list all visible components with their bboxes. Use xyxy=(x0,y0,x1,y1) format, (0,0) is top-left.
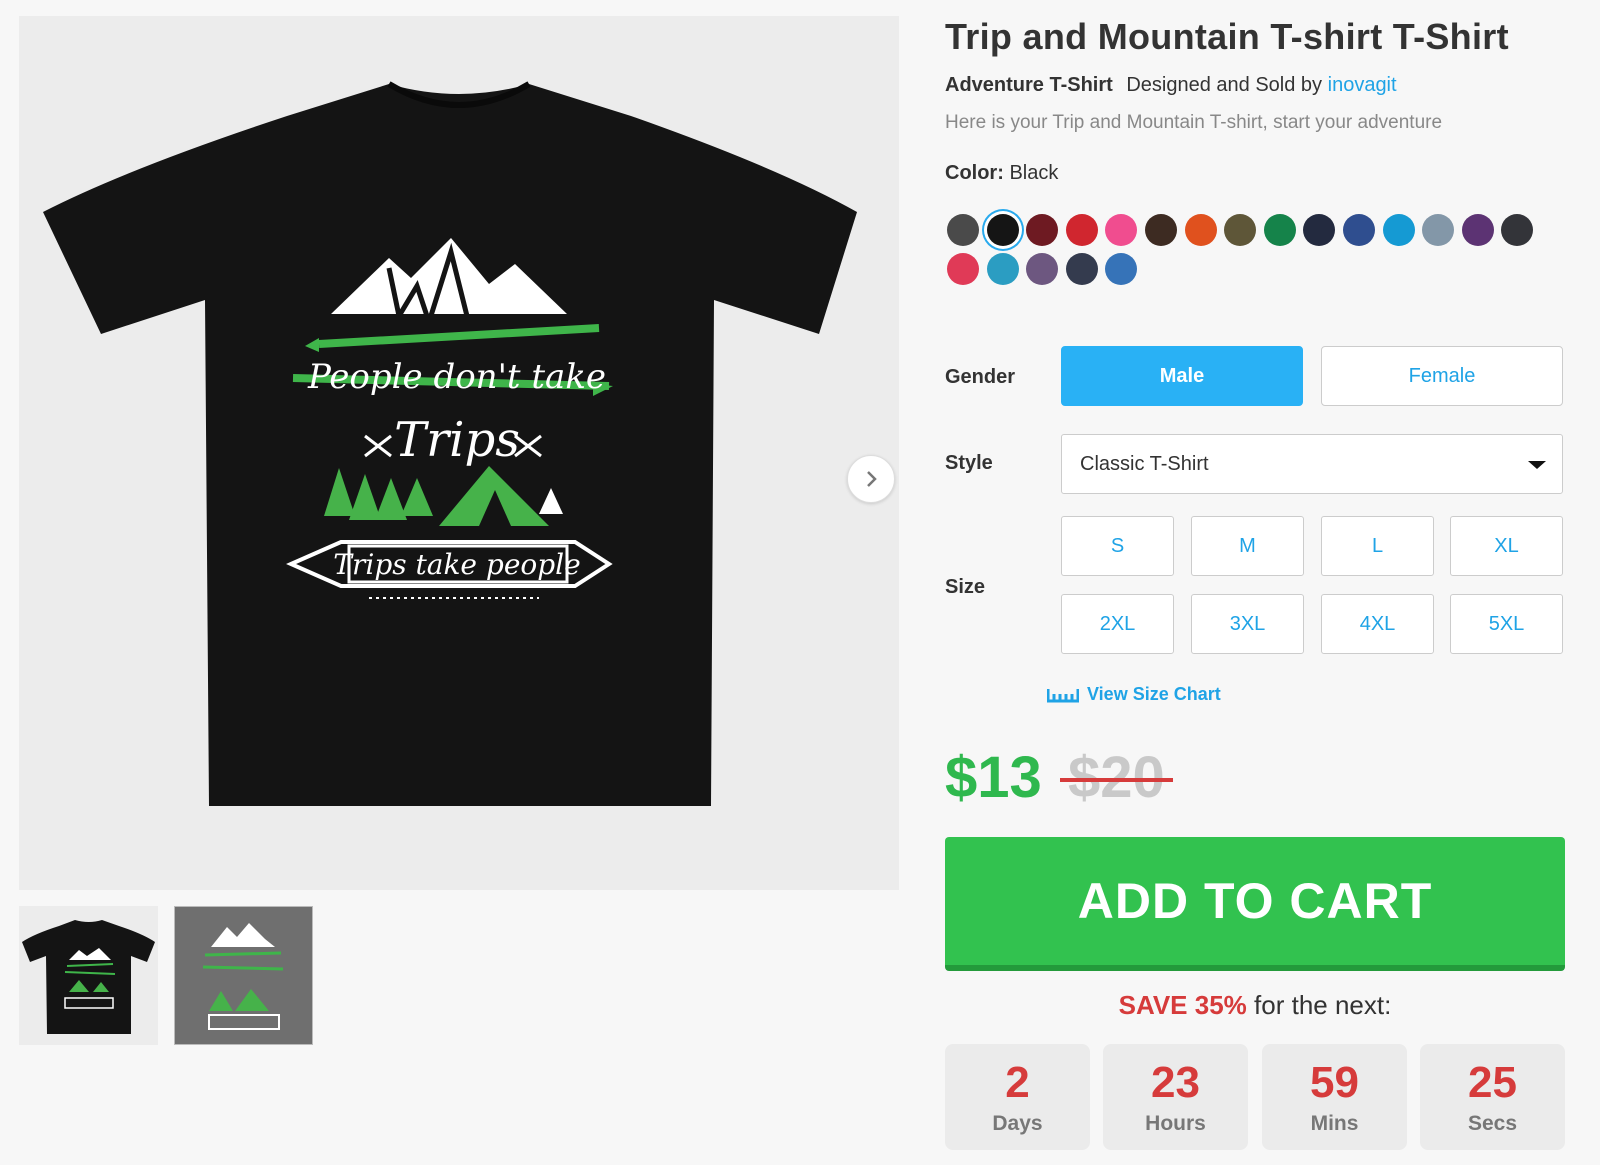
countdown-days-unit: Days xyxy=(992,1112,1043,1135)
color-swatch[interactable] xyxy=(1105,214,1138,246)
ruler-icon xyxy=(1047,688,1079,702)
color-label: Color: Black xyxy=(945,162,1058,185)
color-swatch[interactable] xyxy=(1026,253,1059,285)
selected-color: Black xyxy=(1009,162,1059,184)
color-swatch[interactable] xyxy=(986,253,1019,285)
price-strikethrough xyxy=(1060,778,1173,782)
promo-save-text: SAVE 35% xyxy=(1118,990,1247,1020)
countdown-secs-unit: Secs xyxy=(1467,1112,1518,1135)
product-byline: Adventure T-Shirt Designed and Sold by i… xyxy=(945,74,1397,97)
product-main-image: People don't take Trips Trips take peopl… xyxy=(19,16,899,890)
color-swatch[interactable] xyxy=(1382,214,1415,246)
gender-label: Gender xyxy=(945,366,1016,388)
color-swatch[interactable] xyxy=(1065,253,1098,285)
designer-link[interactable]: inovagit xyxy=(1328,74,1397,96)
product-category: Adventure T-Shirt xyxy=(945,74,1113,96)
size-2xl-button[interactable]: 2XL xyxy=(1061,594,1174,654)
size-xl-button[interactable]: XL xyxy=(1450,516,1563,576)
color-swatch[interactable] xyxy=(1303,214,1336,246)
style-label: Style xyxy=(945,452,993,474)
style-select[interactable]: Classic T-Shirt xyxy=(1061,434,1563,494)
countdown-days-value: 2 xyxy=(1005,1058,1030,1107)
color-swatch[interactable] xyxy=(947,253,979,285)
size-5xl-button[interactable]: 5XL xyxy=(1450,594,1563,654)
color-swatch[interactable] xyxy=(1026,214,1059,246)
countdown-mins-unit: Mins xyxy=(1310,1112,1359,1135)
size-4xl-button[interactable]: 4XL xyxy=(1321,594,1434,654)
design-line-1: People don't take xyxy=(307,357,606,397)
color-swatch[interactable] xyxy=(1501,214,1534,246)
design-line-2: Trips xyxy=(394,412,520,468)
color-label-title: Color: xyxy=(945,162,1004,184)
color-swatch[interactable] xyxy=(1422,214,1455,246)
caret-down-icon xyxy=(1528,461,1546,469)
countdown-hours-value: 23 xyxy=(1151,1058,1200,1107)
countdown-mins: 59 Mins xyxy=(1262,1044,1407,1150)
product-description: Here is your Trip and Mountain T-shirt, … xyxy=(945,112,1443,133)
size-chart-label: View Size Chart xyxy=(1087,684,1221,704)
promo-rest-text: for the next: xyxy=(1254,990,1392,1020)
countdown-secs: 25 Secs xyxy=(1420,1044,1565,1150)
color-swatch[interactable] xyxy=(1263,214,1296,246)
price-current: $13 xyxy=(945,745,1042,810)
color-swatch[interactable] xyxy=(1145,214,1177,246)
color-swatch[interactable] xyxy=(1224,214,1257,246)
color-swatch[interactable] xyxy=(1105,253,1138,285)
size-l-button[interactable]: L xyxy=(1321,516,1434,576)
countdown-days: 2 Days xyxy=(945,1044,1090,1150)
thumbnail-design-image xyxy=(202,923,284,1030)
view-size-chart-link[interactable]: View Size Chart xyxy=(1047,684,1221,705)
tshirt-mockup: People don't take Trips Trips take peopl… xyxy=(43,81,857,806)
design-line-3: Trips take people xyxy=(333,548,580,581)
countdown-mins-value: 59 xyxy=(1310,1058,1359,1107)
thumbnail-tshirt-image xyxy=(22,920,155,1034)
thumbnail-design[interactable] xyxy=(174,906,313,1045)
color-swatch[interactable] xyxy=(947,214,979,246)
style-select-value: Classic T-Shirt xyxy=(1080,452,1209,475)
product-title: Trip and Mountain T-shirt T-Shirt xyxy=(945,16,1509,57)
color-swatch[interactable] xyxy=(1343,214,1375,246)
promo-message: SAVE 35% for the next: xyxy=(945,990,1565,1021)
chevron-right-icon xyxy=(867,471,877,487)
size-m-button[interactable]: M xyxy=(1191,516,1304,576)
gender-male-button[interactable]: Male xyxy=(1061,346,1303,406)
price-original-wrapper: $20 xyxy=(1060,744,1173,811)
color-swatch[interactable] xyxy=(1461,214,1494,246)
gender-female-button[interactable]: Female xyxy=(1321,346,1563,406)
thumbnail-front[interactable] xyxy=(19,906,158,1045)
countdown-hours-unit: Hours xyxy=(1145,1112,1206,1135)
size-s-button[interactable]: S xyxy=(1061,516,1174,576)
add-to-cart-button[interactable]: ADD TO CART xyxy=(945,837,1565,971)
next-image-button[interactable] xyxy=(847,455,895,503)
size-label: Size xyxy=(945,576,986,598)
countdown-hours: 23 Hours xyxy=(1103,1044,1248,1150)
designed-by-text: Designed and Sold by xyxy=(1126,74,1323,96)
countdown-secs-value: 25 xyxy=(1468,1058,1517,1107)
color-swatch[interactable] xyxy=(1065,214,1098,246)
color-swatch[interactable] xyxy=(986,214,1019,246)
color-swatch[interactable] xyxy=(1184,214,1217,246)
size-3xl-button[interactable]: 3XL xyxy=(1191,594,1304,654)
